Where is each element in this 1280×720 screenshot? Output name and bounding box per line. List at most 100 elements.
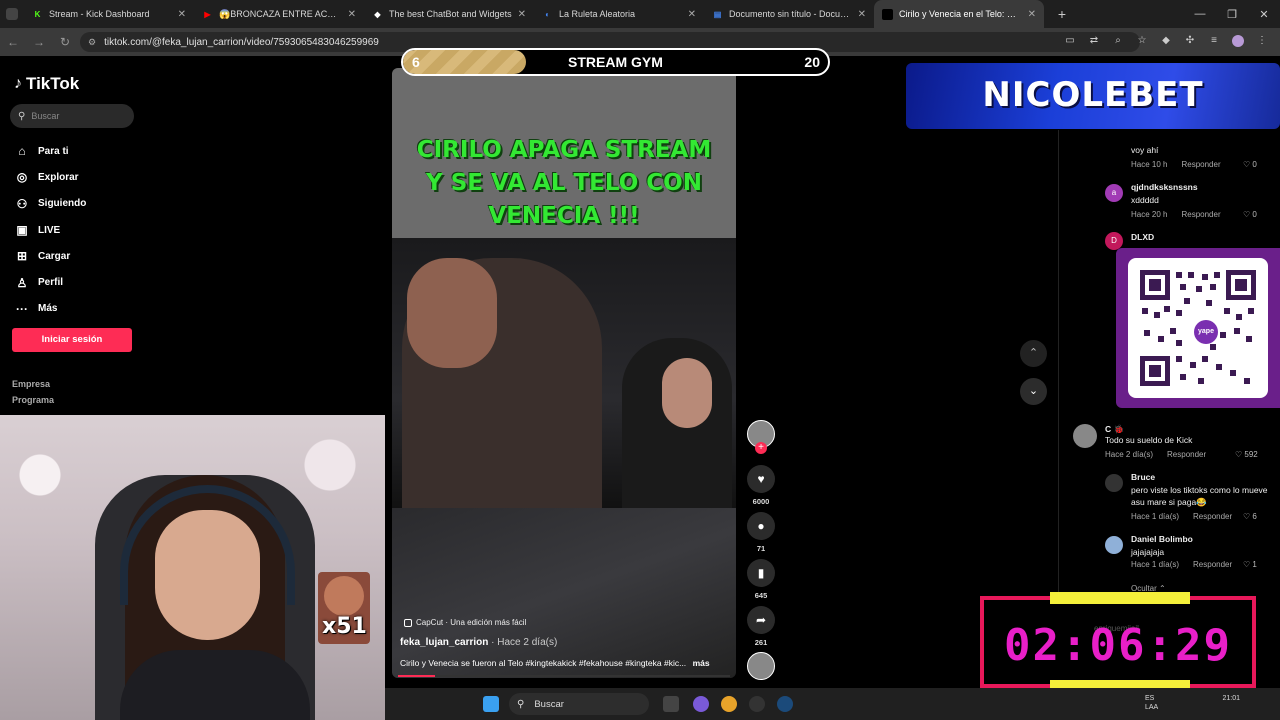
new-tab-button[interactable]: +	[1052, 6, 1072, 22]
video-player[interactable]: CIRILO APAGA STREAM Y SE VA AL TELO CON …	[392, 68, 736, 678]
capcut-label[interactable]: CapCut · Una edición más fácil	[404, 618, 526, 627]
upload-icon: ⊞	[16, 249, 28, 264]
comment-avatar[interactable]	[1105, 536, 1123, 554]
share-button[interactable]: ➦ 261	[746, 606, 776, 647]
nav-item[interactable]: ▣ LIVE	[14, 217, 86, 243]
comment-like-button[interactable]: ♡ 0	[1243, 160, 1257, 169]
footer-link-empresa[interactable]: Empresa	[12, 376, 54, 392]
zoom-icon[interactable]: ⌕	[1112, 35, 1124, 47]
comment-user[interactable]: Bruce	[1131, 472, 1155, 482]
stream-gym-goal: 20	[804, 54, 820, 70]
task-view-icon[interactable]	[663, 696, 679, 712]
comment-meta: Hace 1 día(s) Responder	[1131, 512, 1232, 521]
translate-icon[interactable]: ⇄	[1088, 35, 1100, 47]
login-button[interactable]: Iniciar sesión	[12, 328, 132, 352]
share-count: 261	[754, 638, 768, 647]
yape-logo: yape	[1194, 320, 1218, 344]
comment-time: Hace 10 h	[1131, 160, 1168, 169]
reply-button[interactable]: Responder	[1167, 450, 1206, 459]
bookmark-star-icon[interactable]: ☆	[1136, 35, 1148, 47]
comment-meta: Hace 10 h Responder	[1131, 160, 1221, 169]
profile-avatar[interactable]	[1232, 35, 1244, 47]
tab-close-icon[interactable]: ✕	[348, 9, 356, 20]
tiktok-logo[interactable]: ♪ TikTok	[14, 74, 79, 94]
keyboard-language[interactable]: ES LAA	[1145, 694, 1158, 712]
next-video-button[interactable]: ⌄	[1020, 378, 1047, 405]
comment-like-button[interactable]: ♡ 0	[1243, 210, 1257, 219]
caption-more-link[interactable]: más	[693, 658, 710, 668]
extension-icon[interactable]: ◆	[1160, 35, 1172, 47]
minimize-button[interactable]: —	[1184, 8, 1216, 20]
reply-button[interactable]: Responder	[1193, 512, 1232, 521]
follow-plus-icon[interactable]: +	[755, 442, 767, 454]
reading-list-icon[interactable]: ≡	[1208, 35, 1220, 47]
site-info-icon[interactable]: ⚙	[88, 37, 96, 48]
comment-like-button[interactable]: ♡ 592	[1235, 450, 1258, 459]
comment-button[interactable]: ● 71	[746, 512, 776, 553]
save-button[interactable]: ▮ 645	[746, 559, 776, 600]
steam-icon[interactable]	[777, 696, 793, 712]
like-button[interactable]: ♥ 6000	[746, 465, 776, 506]
comment-user[interactable]: DLXD	[1131, 232, 1154, 242]
obs-icon[interactable]	[749, 696, 765, 712]
tiktok-search-input[interactable]: ⚲ Buscar	[10, 104, 134, 128]
windows-start-icon[interactable]	[483, 696, 499, 712]
previous-video-button[interactable]: ⌃	[1020, 340, 1047, 367]
music-avatar-button[interactable]	[746, 652, 776, 680]
nav-item[interactable]: ◎ Explorar	[14, 164, 86, 190]
reload-icon[interactable]: ↻	[52, 35, 78, 49]
comment-avatar[interactable]	[1105, 474, 1123, 492]
tab-close-icon[interactable]: ✕	[1028, 9, 1036, 20]
comment-like-count: 0	[1252, 160, 1257, 169]
comment-like-button[interactable]: ♡ 1	[1243, 560, 1257, 569]
extensions-puzzle-icon[interactable]: ✣	[1184, 35, 1196, 47]
browser-tab[interactable]: ♪ Cirilo y Venecia en el Telo: Una ✕	[874, 0, 1044, 28]
tab-close-icon[interactable]: ✕	[858, 9, 866, 20]
tab-search-button[interactable]	[6, 8, 18, 20]
browser-tab[interactable]: ▤ Documento sin título - Docume ✕	[704, 0, 874, 28]
tab-title: The best ChatBot and Widgets	[389, 9, 512, 19]
timer-top-accent	[1050, 592, 1190, 604]
nav-item[interactable]: ⊞ Cargar	[14, 243, 86, 269]
tab-close-icon[interactable]: ✕	[688, 9, 696, 20]
discord-icon[interactable]	[693, 696, 709, 712]
video-lower-blur	[392, 508, 736, 678]
nav-item[interactable]: ⌂ Para ti	[14, 138, 86, 164]
webcam-overlay	[0, 415, 385, 720]
tiktok-nav: ⌂ Para ti ◎ Explorar ⚇ Siguiendo ▣ LIVE ⊞ Cargar ♙…	[14, 138, 86, 322]
taskbar-search-placeholder: Buscar	[534, 698, 564, 710]
browser-tab[interactable]: ◆ The best ChatBot and Widgets ✕	[364, 0, 534, 28]
browser-tab[interactable]: ▶ 😱BRONCAZA ENTRE ACCAMA ✕	[194, 0, 364, 28]
browser-menu-icon[interactable]: ⋮	[1256, 35, 1268, 47]
tab-close-icon[interactable]: ✕	[518, 9, 526, 20]
comment-meta: Hace 1 día(s) Responder	[1131, 560, 1232, 569]
tab-close-icon[interactable]: ✕	[178, 9, 186, 20]
comment-user[interactable]: Daniel Bolimbo	[1131, 534, 1193, 544]
back-icon[interactable]: ←	[0, 35, 26, 49]
comment-avatar[interactable]	[1073, 424, 1097, 448]
footer-link-programa[interactable]: Programa	[12, 392, 54, 408]
maximize-button[interactable]: ❐	[1216, 8, 1248, 21]
system-clock[interactable]: 21:01	[1222, 694, 1240, 703]
reply-button[interactable]: Responder	[1181, 210, 1220, 219]
nav-item[interactable]: ··· Más	[14, 296, 86, 322]
close-window-button[interactable]: ✕	[1248, 8, 1280, 21]
cast-icon[interactable]: ▭	[1064, 35, 1076, 47]
comment-like-button[interactable]: ♡ 6	[1243, 512, 1257, 521]
taskbar-search[interactable]: ⚲ Buscar	[509, 693, 649, 715]
search-icon: ⚲	[18, 110, 26, 122]
chrome-icon[interactable]	[721, 696, 737, 712]
browser-tab[interactable]: ◐ La Ruleta Aleatoria ✕	[534, 0, 704, 28]
reply-button[interactable]: Responder	[1181, 160, 1220, 169]
nav-item[interactable]: ⚇ Siguiendo	[14, 191, 87, 217]
browser-tab[interactable]: K Stream - Kick Dashboard ✕	[24, 0, 194, 28]
creator-avatar-button[interactable]: +	[746, 420, 776, 454]
video-progress-bar[interactable]	[398, 675, 730, 677]
reply-button[interactable]: Responder	[1193, 560, 1232, 569]
comment-user[interactable]: qjdndksksnssns	[1131, 182, 1198, 192]
comment-avatar[interactable]: a	[1105, 184, 1123, 202]
nav-item[interactable]: ♙ Perfil	[14, 269, 86, 295]
sponsor-banner: NICOLEBET	[906, 63, 1280, 129]
forward-icon[interactable]: →	[26, 35, 52, 49]
video-author[interactable]: feka_lujan_carrion	[400, 637, 488, 648]
